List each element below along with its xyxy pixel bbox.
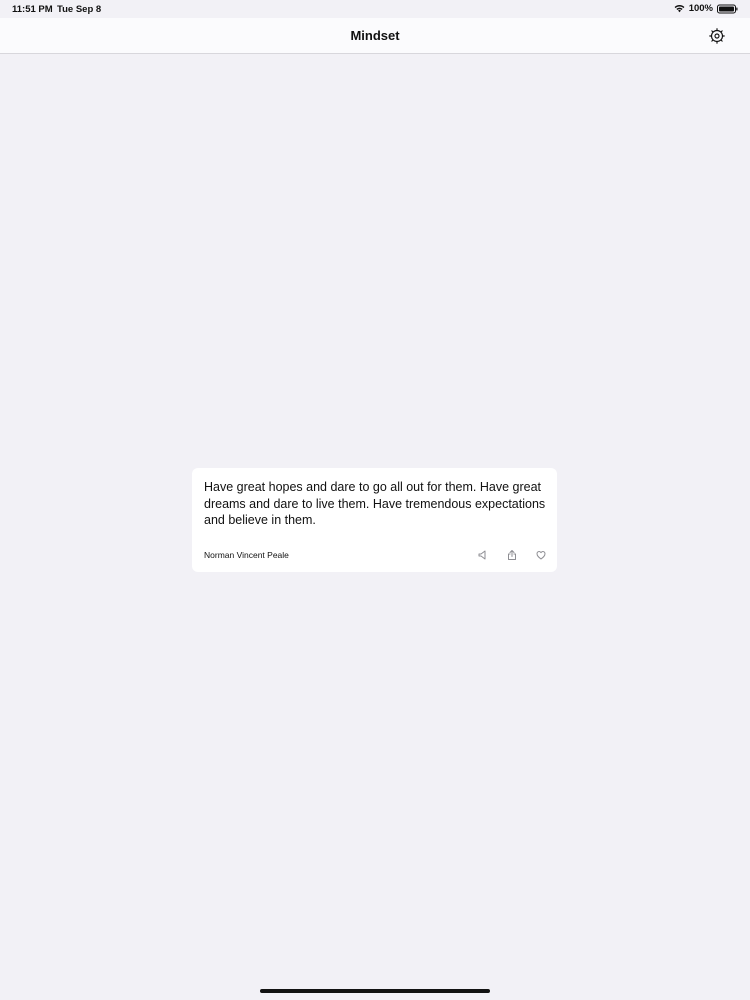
home-indicator: [260, 989, 490, 993]
battery-icon: [717, 4, 738, 13]
status-date: Tue Sep 8: [57, 4, 102, 15]
quote-author: Norman Vincent Peale: [204, 550, 289, 560]
heart-icon[interactable]: [535, 549, 547, 561]
page-title: Mindset: [350, 28, 400, 43]
quote-text: Have great hopes and dare to go all out …: [204, 480, 546, 527]
gear-icon[interactable]: [709, 28, 725, 44]
speaker-icon[interactable]: [477, 549, 489, 561]
wifi-icon: [674, 5, 685, 13]
status-time: 11:51 PM: [12, 4, 53, 15]
status-indicators: 100%: [674, 3, 738, 14]
battery-percentage: 100%: [688, 3, 713, 14]
status-bar: 11:51 PM Tue Sep 8 100%: [0, 0, 750, 18]
quote-card: Have great hopes and dare to go all out …: [192, 468, 557, 572]
navigation-bar: Mindset: [0, 18, 750, 54]
share-icon[interactable]: [506, 549, 518, 561]
